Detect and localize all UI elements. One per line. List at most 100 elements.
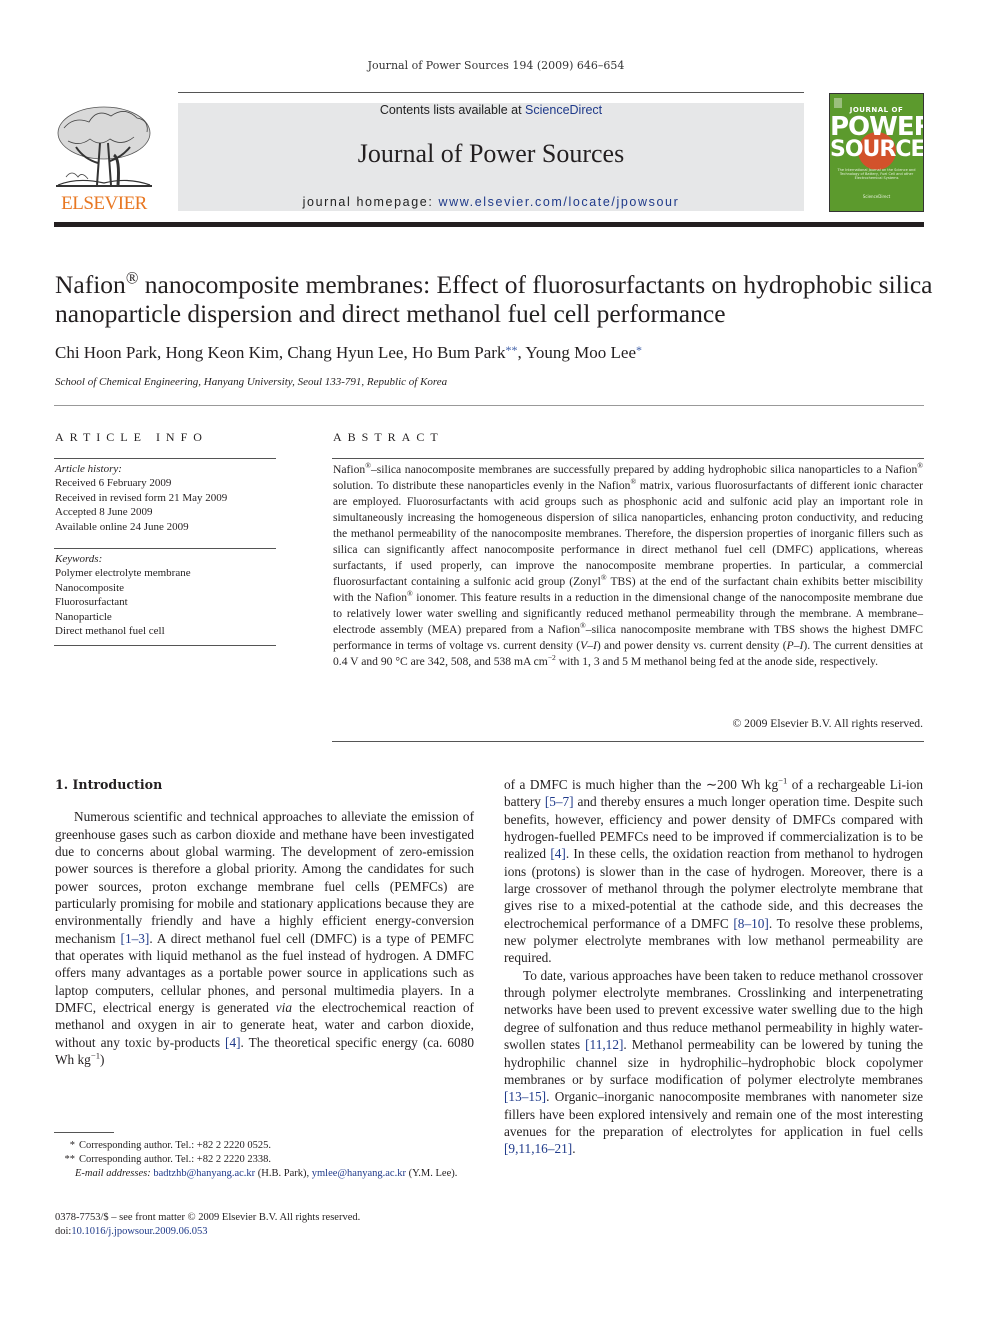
footnote: ** Corresponding author. Tel.: +82 2 2220… bbox=[55, 1153, 474, 1167]
affiliation: School of Chemical Engineering, Hanyang … bbox=[55, 376, 448, 388]
doi-prefix: doi: bbox=[55, 1226, 72, 1238]
italic-term: via bbox=[275, 1000, 293, 1016]
homepage-line: journal homepage: www.elsevier.com/locat… bbox=[178, 195, 804, 209]
footnote: * Corresponding author. Tel.: +82 2 2220 … bbox=[55, 1139, 474, 1153]
running-header: Journal of Power Sources 194 (2009) 646–… bbox=[367, 59, 625, 72]
cover-line-sources: SOURCES bbox=[830, 137, 924, 162]
elsevier-wordmark: ELSEVIER bbox=[61, 193, 147, 214]
italic-term: V–I bbox=[580, 639, 597, 652]
front-matter-copyright: 0378-7753/$ – see front matter © 2009 El… bbox=[55, 1212, 361, 1223]
doi-line: doi:10.1016/j.jpowsour.2009.06.053 bbox=[55, 1225, 474, 1239]
text-run: . Organic–inorganic nanocomposite membra… bbox=[504, 1089, 923, 1139]
elsevier-logo[interactable]: ELSEVIER bbox=[54, 103, 154, 215]
email-link[interactable]: badtzhb@hanyang.ac.kr bbox=[153, 1168, 255, 1179]
article-history: Article history: Received 6 February 200… bbox=[55, 462, 277, 534]
history-item: Received 6 February 2009 bbox=[55, 477, 172, 490]
footnote-text: Corresponding author. Tel.: +82 2 2220 2… bbox=[79, 1154, 271, 1166]
front-matter: 0378-7753/$ – see front matter © 2009 El… bbox=[55, 1211, 474, 1239]
abstract-copyright: © 2009 Elsevier B.V. All rights reserved… bbox=[732, 717, 923, 730]
email-owner: (H.B. Park), bbox=[255, 1168, 312, 1180]
history-item: Accepted 8 June 2009 bbox=[55, 506, 153, 519]
masthead-thick-rule bbox=[54, 222, 924, 227]
contents-prefix: Contents lists available at bbox=[379, 103, 526, 117]
paragraph-continued: of a DMFC is much higher than the ∼200 W… bbox=[504, 776, 923, 967]
sciencedirect-link[interactable]: ScienceDirect bbox=[525, 103, 602, 117]
article-title: Nafion® nanocomposite membranes: Effect … bbox=[55, 270, 935, 328]
masthead-banner: Contents lists available at ScienceDirec… bbox=[178, 103, 804, 211]
email-link[interactable]: ymlee@hanyang.ac.kr bbox=[312, 1168, 406, 1179]
keyword: Nanocomposite bbox=[55, 581, 125, 594]
text-run: matrix, various fluorosurfactants of dif… bbox=[333, 479, 923, 588]
citation-link[interactable]: [9,11,16–21] bbox=[504, 1141, 572, 1156]
keyword: Nanoparticle bbox=[55, 610, 112, 623]
doi-link[interactable]: 10.1016/j.jpowsour.2009.06.053 bbox=[71, 1226, 207, 1237]
footnote-mark: * bbox=[69, 1140, 75, 1151]
homepage-prefix: journal homepage: bbox=[302, 195, 439, 209]
contents-line: Contents lists available at ScienceDirec… bbox=[178, 103, 804, 117]
citation-link[interactable]: [4] bbox=[225, 1035, 241, 1050]
footnote-rule bbox=[54, 1132, 114, 1133]
journal-homepage-link[interactable]: www.elsevier.com/locate/jpowsour bbox=[438, 195, 679, 209]
text-run: Numerous scientific and technical approa… bbox=[55, 809, 474, 946]
exponent: −1 bbox=[778, 775, 788, 786]
author[interactable]: Young Moo Lee bbox=[525, 343, 636, 362]
history-item: Received in revised form 21 May 2009 bbox=[55, 491, 228, 504]
divider bbox=[332, 458, 924, 459]
citation-link[interactable]: [4] bbox=[550, 846, 566, 861]
author[interactable]: Chi Hoon Park bbox=[55, 343, 157, 362]
keywords: Keywords: Polymer electrolyte membrane N… bbox=[55, 552, 277, 638]
abstract-text: Nafion ®–silica nanocomposite membranes a… bbox=[333, 462, 923, 670]
registered-mark: ® bbox=[125, 268, 139, 288]
text-run: ) bbox=[100, 1052, 105, 1068]
abstract-heading: ABSTRACT bbox=[333, 430, 444, 444]
email-label: E-mail addresses: bbox=[75, 1168, 151, 1180]
author[interactable]: Ho Bum Park bbox=[412, 343, 506, 362]
title-rule bbox=[54, 405, 924, 406]
cover-subtitle: The International Journal on the Science… bbox=[837, 168, 916, 180]
cover-publisher: ScienceDirect bbox=[862, 194, 891, 199]
top-rule bbox=[178, 92, 804, 93]
divider bbox=[54, 458, 276, 459]
journal-title: Journal of Power Sources bbox=[357, 139, 625, 168]
journal-cover-thumbnail[interactable]: JOURNAL OF POWER SOURCES The Internation… bbox=[829, 93, 924, 212]
divider bbox=[54, 645, 276, 646]
paragraph: Numerous scientific and technical approa… bbox=[55, 808, 474, 1068]
history-item: Available online 24 June 2009 bbox=[55, 520, 189, 533]
text-run: solution. To distribute these nanopartic… bbox=[333, 479, 631, 492]
keyword: Polymer electrolyte membrane bbox=[55, 567, 191, 580]
corresponding-author-mark[interactable]: * bbox=[636, 343, 642, 357]
exponent: −2 bbox=[547, 653, 556, 663]
citation-link[interactable]: [13–15] bbox=[504, 1089, 546, 1104]
text-run: with 1, 3 and 5 M methanol being fed at … bbox=[555, 655, 879, 668]
footnote-text: Corresponding author. Tel.: +82 2 2220 0… bbox=[79, 1140, 271, 1151]
italic-term: P–I bbox=[786, 639, 804, 652]
elsevier-tree-icon bbox=[56, 106, 152, 187]
paragraph: To date, various approaches have been ta… bbox=[504, 967, 923, 1158]
section-heading-introduction: 1. Introduction bbox=[55, 777, 163, 792]
body-column-left: 1. Introduction Numerous scientific and … bbox=[55, 776, 474, 1069]
keyword: Direct methanol fuel cell bbox=[55, 625, 165, 638]
text-run: Nafion bbox=[333, 463, 366, 476]
text-run: . bbox=[572, 1141, 576, 1157]
citation-link[interactable]: [5–7] bbox=[545, 794, 574, 809]
divider bbox=[54, 548, 276, 549]
author-list: Chi Hoon Park, Hong Keon Kim, Chang Hyun… bbox=[55, 343, 643, 362]
history-label: Article history: bbox=[55, 463, 122, 475]
registered-mark: ® bbox=[917, 461, 923, 471]
author[interactable]: Hong Keon Kim bbox=[166, 343, 279, 362]
title-part2: nanocomposite membranes: Effect of fluor… bbox=[55, 270, 933, 328]
citation-link[interactable]: [1–3] bbox=[121, 931, 150, 946]
title-part1: Nafion bbox=[55, 270, 126, 299]
citation-link[interactable]: [8–10] bbox=[733, 916, 768, 931]
divider bbox=[332, 741, 924, 742]
text-run: –silica nanocomposite membranes are succ… bbox=[370, 463, 918, 476]
email-addresses: E-mail addresses: badtzhb@hanyang.ac.kr … bbox=[55, 1167, 474, 1181]
citation-link[interactable]: [11,12] bbox=[585, 1037, 623, 1052]
footnotes: * Corresponding author. Tel.: +82 2 2220 … bbox=[55, 1139, 474, 1182]
footnote-mark: ** bbox=[64, 1154, 76, 1166]
exponent: −1 bbox=[90, 1050, 101, 1061]
author[interactable]: Chang Hyun Lee bbox=[287, 343, 403, 362]
keyword: Fluorosurfactant bbox=[55, 596, 128, 609]
text-run: ) and power density vs. current density … bbox=[596, 639, 787, 652]
corresponding-author-mark[interactable]: ** bbox=[505, 343, 517, 357]
